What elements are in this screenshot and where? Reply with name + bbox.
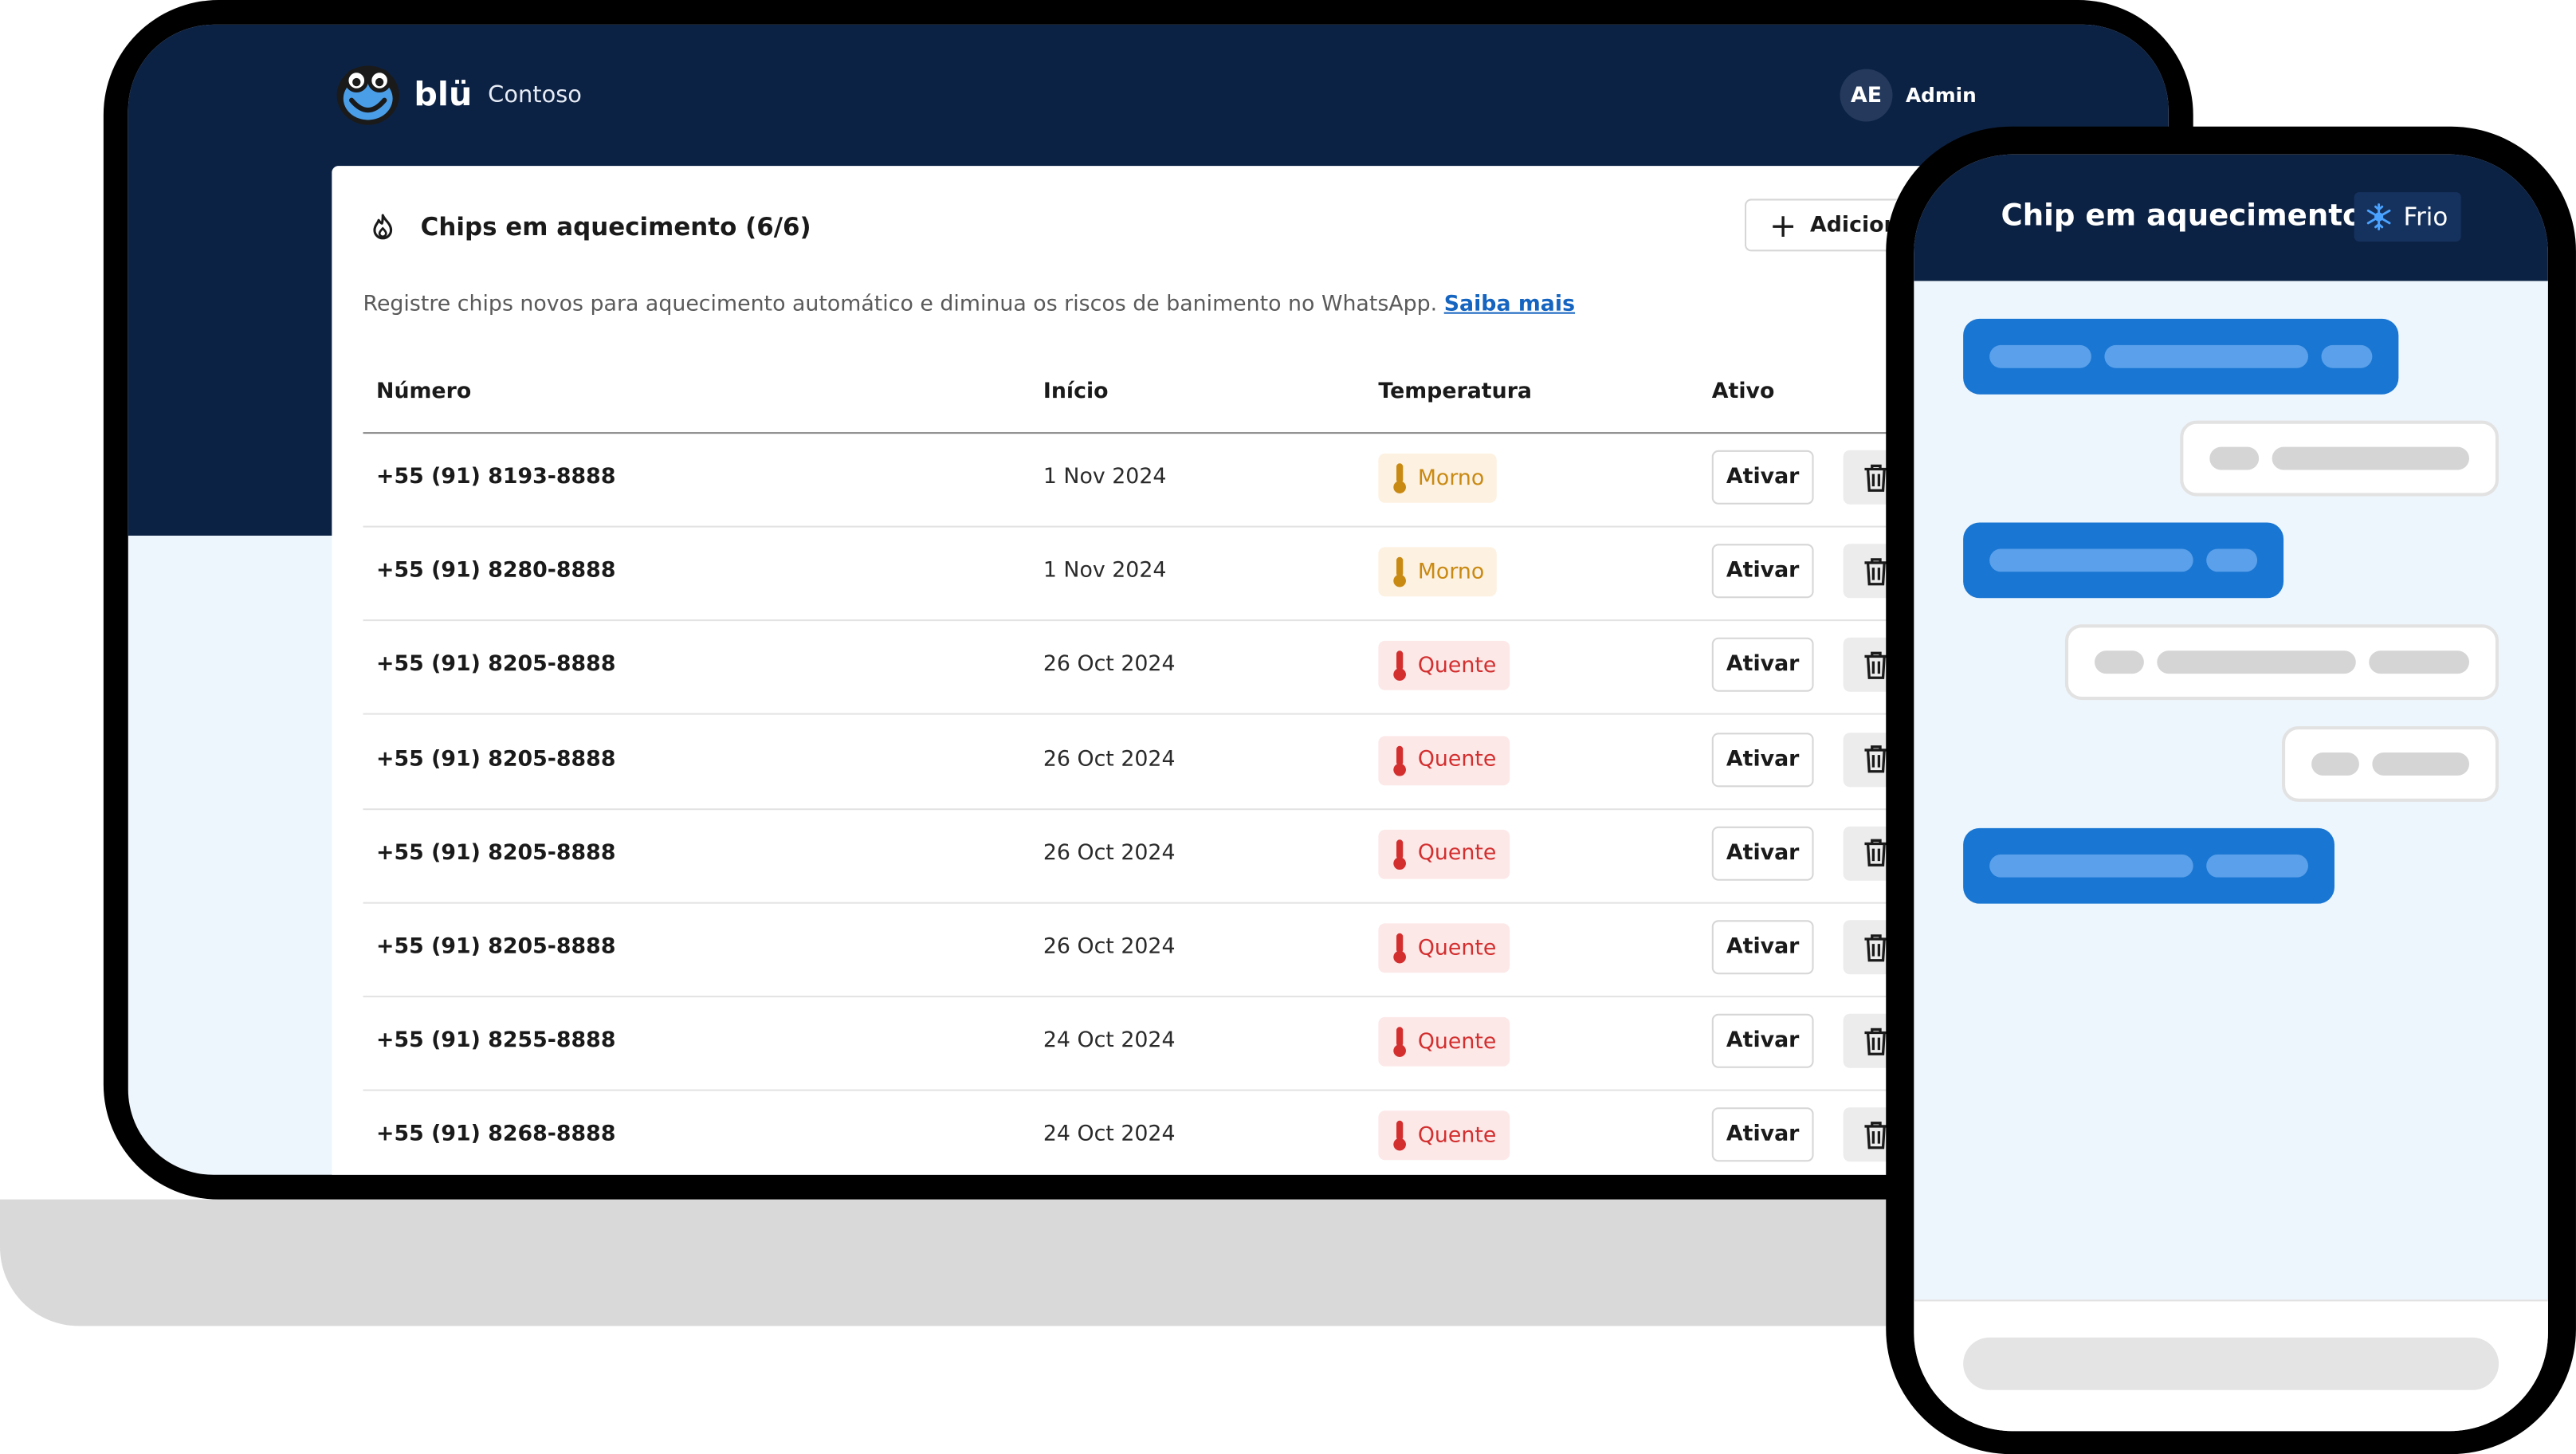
activate-button[interactable]: Ativar [1711, 638, 1814, 693]
start-date: 26 Oct 2024 [1043, 653, 1176, 678]
message-bubble-outgoing [1963, 522, 2284, 599]
message-bubble-incoming [2180, 420, 2499, 497]
blu-logo[interactable] [335, 61, 400, 126]
activate-button[interactable]: Ativar [1711, 732, 1814, 787]
thermometer-icon [1393, 1121, 1406, 1152]
thermometer-icon [1393, 839, 1406, 870]
phone-number: +55 (91) 8193-8888 [376, 465, 616, 490]
message-input[interactable] [1963, 1337, 2499, 1390]
start-date: 26 Oct 2024 [1043, 840, 1176, 866]
temperature-badge: Quente [1378, 1111, 1510, 1161]
phone-number: +55 (91) 8205-8888 [376, 840, 616, 866]
message-bubble-incoming [2282, 726, 2499, 802]
temperature-label: Morno [1417, 466, 1485, 491]
message-bubble-outgoing [1963, 827, 2334, 904]
temperature-label: Quente [1417, 748, 1497, 772]
description-text: Registre chips novos para aquecimento au… [363, 292, 1438, 317]
user-name[interactable]: Admin [1906, 84, 1977, 107]
temperature-badge: Quente [1378, 641, 1510, 691]
table-row: +55 (91) 8268-8888 24 Oct 2024 Quente Ativa… [363, 1090, 2006, 1174]
start-date: 24 Oct 2024 [1043, 1028, 1176, 1054]
phone-number: +55 (91) 8255-8888 [376, 1028, 616, 1054]
snowflake-icon [2366, 203, 2391, 230]
table-row: +55 (91) 8205-8888 26 Oct 2024 Quente Ativa… [363, 620, 2006, 716]
phone-frame: Chip em aquecimento Frio [1886, 126, 2576, 1454]
activate-button[interactable]: Ativar [1711, 826, 1814, 881]
thermometer-icon [1393, 651, 1406, 682]
temperature-badge: Quente [1378, 1017, 1510, 1067]
card-description: Registre chips novos para aquecimento au… [363, 293, 1576, 317]
table-header: Número Início Temperatura Ativo [363, 373, 2006, 434]
header-inicio[interactable]: Início [1043, 379, 1109, 404]
phone-number: +55 (91) 8268-8888 [376, 1122, 616, 1148]
thermometer-icon [1393, 745, 1406, 776]
activate-button[interactable]: Ativar [1711, 544, 1814, 599]
message-bubble-incoming [2064, 624, 2499, 701]
flame-icon [373, 214, 393, 240]
phone-number: +55 (91) 8205-8888 [376, 747, 616, 772]
table-row: +55 (91) 8255-8888 24 Oct 2024 Quente Ativa… [363, 996, 2006, 1092]
avatar[interactable]: AE [1840, 69, 1893, 122]
laptop-base [0, 1199, 2037, 1326]
table-row: +55 (91) 8205-8888 26 Oct 2024 Quente Ativa… [363, 808, 2006, 904]
thermometer-icon [1393, 557, 1406, 587]
status-label: Frio [2403, 202, 2448, 232]
header-temperatura[interactable]: Temperatura [1378, 379, 1532, 404]
table-row: +55 (91) 8193-8888 1 Nov 2024 Morno Ativar [363, 432, 2006, 528]
phone-header: Chip em aquecimento Frio [1914, 154, 2548, 281]
table-row: +55 (91) 8280-8888 1 Nov 2024 Morno Ativar [363, 526, 2006, 622]
start-date: 1 Nov 2024 [1043, 465, 1167, 490]
temperature-label: Quente [1417, 935, 1497, 961]
table-row: +55 (91) 8205-8888 26 Oct 2024 Quente Ativa… [363, 902, 2006, 998]
phone-footer [1914, 1299, 2548, 1432]
laptop-frame: blü Contoso AE Admin Chips em aqueciment… [103, 0, 2193, 1200]
activate-button[interactable]: Ativar [1711, 1014, 1814, 1069]
temperature-label: Quente [1417, 841, 1497, 867]
header-ativo[interactable]: Ativo [1712, 379, 1775, 404]
activate-button[interactable]: Ativar [1711, 1108, 1814, 1163]
activate-button[interactable]: Ativar [1711, 920, 1814, 975]
message-bubble-outgoing [1963, 318, 2399, 395]
table-row: +55 (91) 8205-8888 26 Oct 2024 Quente Ativa… [363, 714, 2006, 810]
phone-number: +55 (91) 8205-8888 [376, 934, 616, 960]
temperature-label: Quente [1417, 1029, 1497, 1055]
temperature-label: Quente [1417, 654, 1497, 679]
plus-icon: + [1769, 205, 1797, 246]
phone-screen: Chip em aquecimento Frio [1914, 154, 2548, 1432]
org-name[interactable]: Contoso [488, 82, 582, 108]
temperature-badge: Morno [1378, 547, 1498, 597]
temperature-badge: Quente [1378, 923, 1510, 973]
phone-number: +55 (91) 8205-8888 [376, 653, 616, 678]
start-date: 26 Oct 2024 [1043, 747, 1176, 772]
header-numero[interactable]: Número [376, 379, 471, 404]
laptop-screen: blü Contoso AE Admin Chips em aqueciment… [128, 24, 2169, 1175]
brand-name: blü [414, 73, 473, 114]
start-date: 1 Nov 2024 [1043, 559, 1167, 584]
page-title: Chips em aquecimento (6/6) [420, 211, 811, 242]
learn-more-link[interactable]: Saiba mais [1444, 293, 1575, 317]
thermometer-icon [1393, 463, 1406, 493]
temperature-badge: Quente [1378, 829, 1510, 879]
start-date: 24 Oct 2024 [1043, 1122, 1176, 1148]
temperature-badge: Morno [1378, 453, 1498, 503]
phone-number: +55 (91) 8280-8888 [376, 559, 616, 584]
temperature-badge: Quente [1378, 735, 1510, 785]
thermometer-icon [1393, 933, 1406, 964]
marketing-scene: blü Contoso AE Admin Chips em aqueciment… [0, 0, 2576, 1454]
temperature-label: Quente [1417, 1123, 1497, 1149]
app-header: blü Contoso AE Admin [128, 25, 2169, 166]
phone-title: Chip em aquecimento [2001, 198, 2363, 234]
thermometer-icon [1393, 1027, 1406, 1058]
status-badge: Frio [2354, 192, 2461, 242]
activate-button[interactable]: Ativar [1711, 450, 1814, 505]
temperature-label: Morno [1417, 560, 1485, 585]
start-date: 26 Oct 2024 [1043, 934, 1176, 960]
